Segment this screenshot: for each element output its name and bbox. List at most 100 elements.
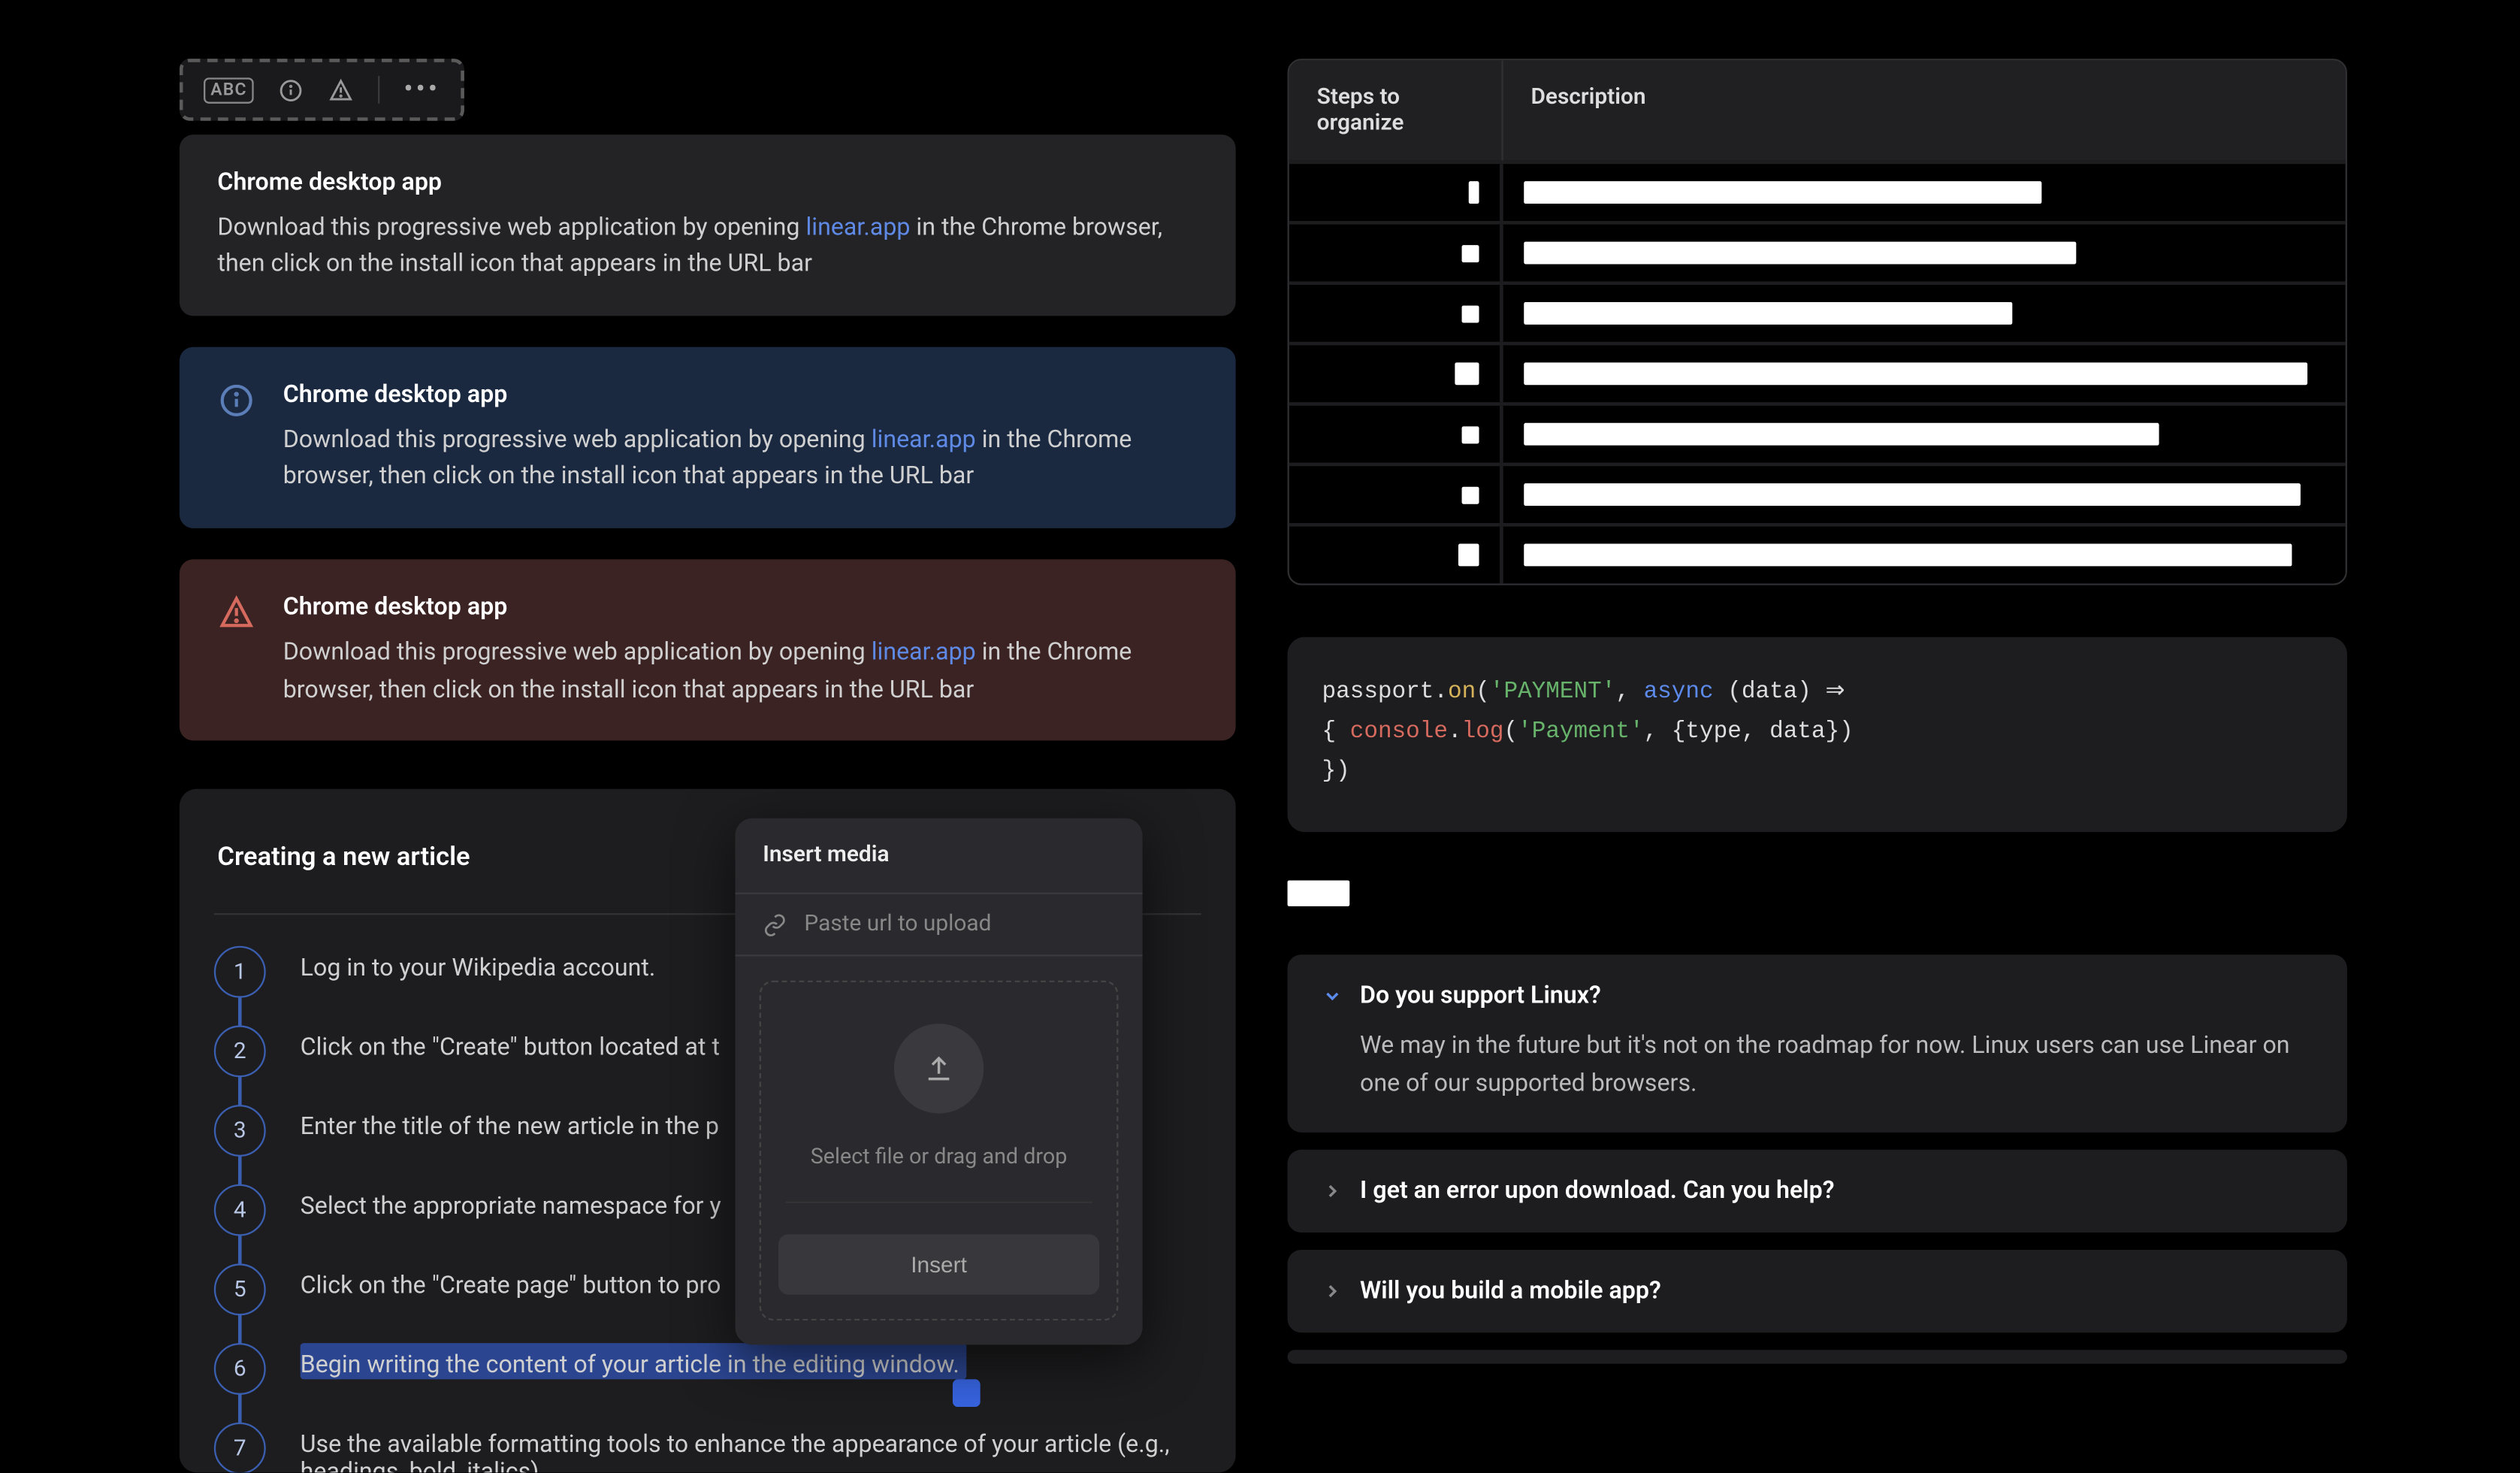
faq-item-partial	[1288, 1349, 2347, 1363]
insert-media-popover: Insert media Paste url to upload Select …	[736, 818, 1143, 1345]
more-menu-icon[interactable]: •••	[404, 76, 440, 104]
table-cell	[1289, 406, 1503, 463]
callout-text: Download this progressive web applicatio…	[283, 426, 872, 454]
faq-question[interactable]: I get an error upon download. Can you he…	[1322, 1177, 2313, 1205]
table-cell	[1503, 285, 2346, 342]
code-line: passport.on('PAYMENT', async (data) ⇒	[1322, 675, 2313, 715]
code-block: passport.on('PAYMENT', async (data) ⇒ { …	[1288, 637, 2347, 832]
table-row	[1289, 463, 2346, 523]
redacted-text	[1524, 362, 2307, 385]
step-text: Enter the title of the new article in th…	[301, 1106, 719, 1142]
redacted-text	[1462, 244, 1479, 262]
step-number: 7	[214, 1423, 266, 1473]
paste-url-row[interactable]: Paste url to upload	[736, 893, 1143, 957]
warning-icon	[217, 594, 255, 632]
table-cell	[1503, 406, 2346, 463]
table-cell	[1503, 527, 2346, 584]
step-text: Log in to your Wikipedia account.	[301, 946, 656, 982]
callout-title: Chrome desktop app	[217, 166, 1198, 204]
step-number: 2	[214, 1026, 266, 1078]
table-cell	[1289, 285, 1503, 342]
faq-answer: We may in the future but it's not on the…	[1322, 1027, 2313, 1104]
faq-item: Will you build a mobile app?	[1288, 1249, 2347, 1332]
redacted-text	[1462, 304, 1479, 322]
faq-question[interactable]: Do you support Linux?	[1322, 982, 2313, 1010]
callout-link[interactable]: linear.app	[872, 426, 976, 454]
data-table: Steps to organize Description	[1288, 59, 2347, 585]
step-number: 6	[214, 1343, 266, 1395]
table-cell	[1289, 527, 1503, 584]
warning-icon[interactable]	[328, 77, 354, 102]
callout-plain: Chrome desktop app Download this progres…	[180, 135, 1236, 316]
redacted-text	[1455, 362, 1479, 385]
table-cell	[1503, 225, 2346, 282]
step-number: 3	[214, 1106, 266, 1157]
table-row	[1289, 221, 2346, 281]
faq-list: Do you support Linux? We may in the futu…	[1288, 954, 2347, 1363]
step-text: Select the appropriate namespace for y	[301, 1184, 721, 1220]
drop-label: Select file or drag and drop	[778, 1145, 1099, 1170]
step-number: 4	[214, 1184, 266, 1236]
dropzone[interactable]: Select file or drag and drop Insert	[760, 981, 1119, 1321]
callout-link[interactable]: linear.app	[872, 638, 976, 666]
info-icon	[217, 382, 255, 420]
divider	[785, 1202, 1092, 1203]
table-cell	[1289, 225, 1503, 282]
step-number: 5	[214, 1264, 266, 1316]
step-item: 6 Begin writing the content of your artic…	[214, 1343, 1201, 1395]
code-line: })	[1322, 755, 2313, 794]
redacted-text	[1462, 425, 1479, 443]
redacted-text	[1469, 181, 1479, 204]
faq-heading	[1288, 880, 1350, 913]
table-cell	[1503, 164, 2346, 221]
redacted-text	[1524, 544, 2292, 567]
step-text: Use the available formatting tools to en…	[301, 1423, 1201, 1473]
redacted-text	[1524, 423, 2159, 446]
faq-item: Do you support Linux? We may in the futu…	[1288, 954, 2347, 1132]
formatting-toolbar[interactable]: ABC •••	[180, 59, 464, 121]
table-cell	[1289, 466, 1503, 523]
callout-title: Chrome desktop app	[283, 378, 1198, 416]
redacted-text	[1524, 181, 2041, 204]
callout-text: Download this progressive web applicatio…	[283, 638, 872, 666]
step-text: Click on the "Create" button located at …	[301, 1026, 720, 1062]
chevron-right-icon	[1322, 1180, 1343, 1201]
table-cell	[1289, 345, 1503, 402]
toolbar-divider	[378, 76, 379, 104]
faq-question[interactable]: Will you build a mobile app?	[1322, 1277, 2313, 1305]
redacted-text	[1462, 486, 1479, 504]
redacted-text	[1524, 483, 2301, 506]
step-text-selected[interactable]: Begin writing the content of your articl…	[301, 1343, 966, 1379]
table-header: Steps to organize Description	[1289, 60, 2346, 160]
paste-url-placeholder: Paste url to upload	[804, 912, 991, 937]
article-card: Creating a new article 1Log in to your W…	[180, 789, 1236, 1473]
table-cell	[1503, 345, 2346, 402]
step-text: Click on the "Create page" button to pro	[301, 1264, 721, 1300]
upload-icon	[923, 1054, 954, 1084]
table-header-cell: Steps to organize	[1289, 60, 1503, 160]
table-row	[1289, 281, 2346, 341]
table-row	[1289, 402, 2346, 462]
redacted-text	[1288, 880, 1350, 906]
table-row	[1289, 161, 2346, 221]
chevron-right-icon	[1322, 1280, 1343, 1301]
redacted-text	[1524, 302, 2012, 325]
table-header-cell: Description	[1503, 60, 2346, 160]
redacted-text	[1524, 242, 2076, 265]
popover-title: Insert media	[736, 818, 1143, 893]
faq-item: I get an error upon download. Can you he…	[1288, 1149, 2347, 1232]
table-row	[1289, 342, 2346, 402]
step-number: 1	[214, 946, 266, 998]
callout-link[interactable]: linear.app	[805, 213, 910, 241]
spellcheck-button[interactable]: ABC	[204, 77, 254, 102]
table-row	[1289, 523, 2346, 583]
callout-title: Chrome desktop app	[283, 591, 1198, 628]
insert-button[interactable]: Insert	[778, 1235, 1099, 1295]
upload-circle	[894, 1024, 984, 1114]
link-icon	[763, 912, 787, 936]
table-cell	[1503, 466, 2346, 523]
chevron-down-icon	[1322, 985, 1343, 1006]
callout-info: Chrome desktop app Download this progres…	[180, 347, 1236, 528]
table-cell	[1289, 164, 1503, 221]
info-icon[interactable]	[278, 77, 304, 102]
